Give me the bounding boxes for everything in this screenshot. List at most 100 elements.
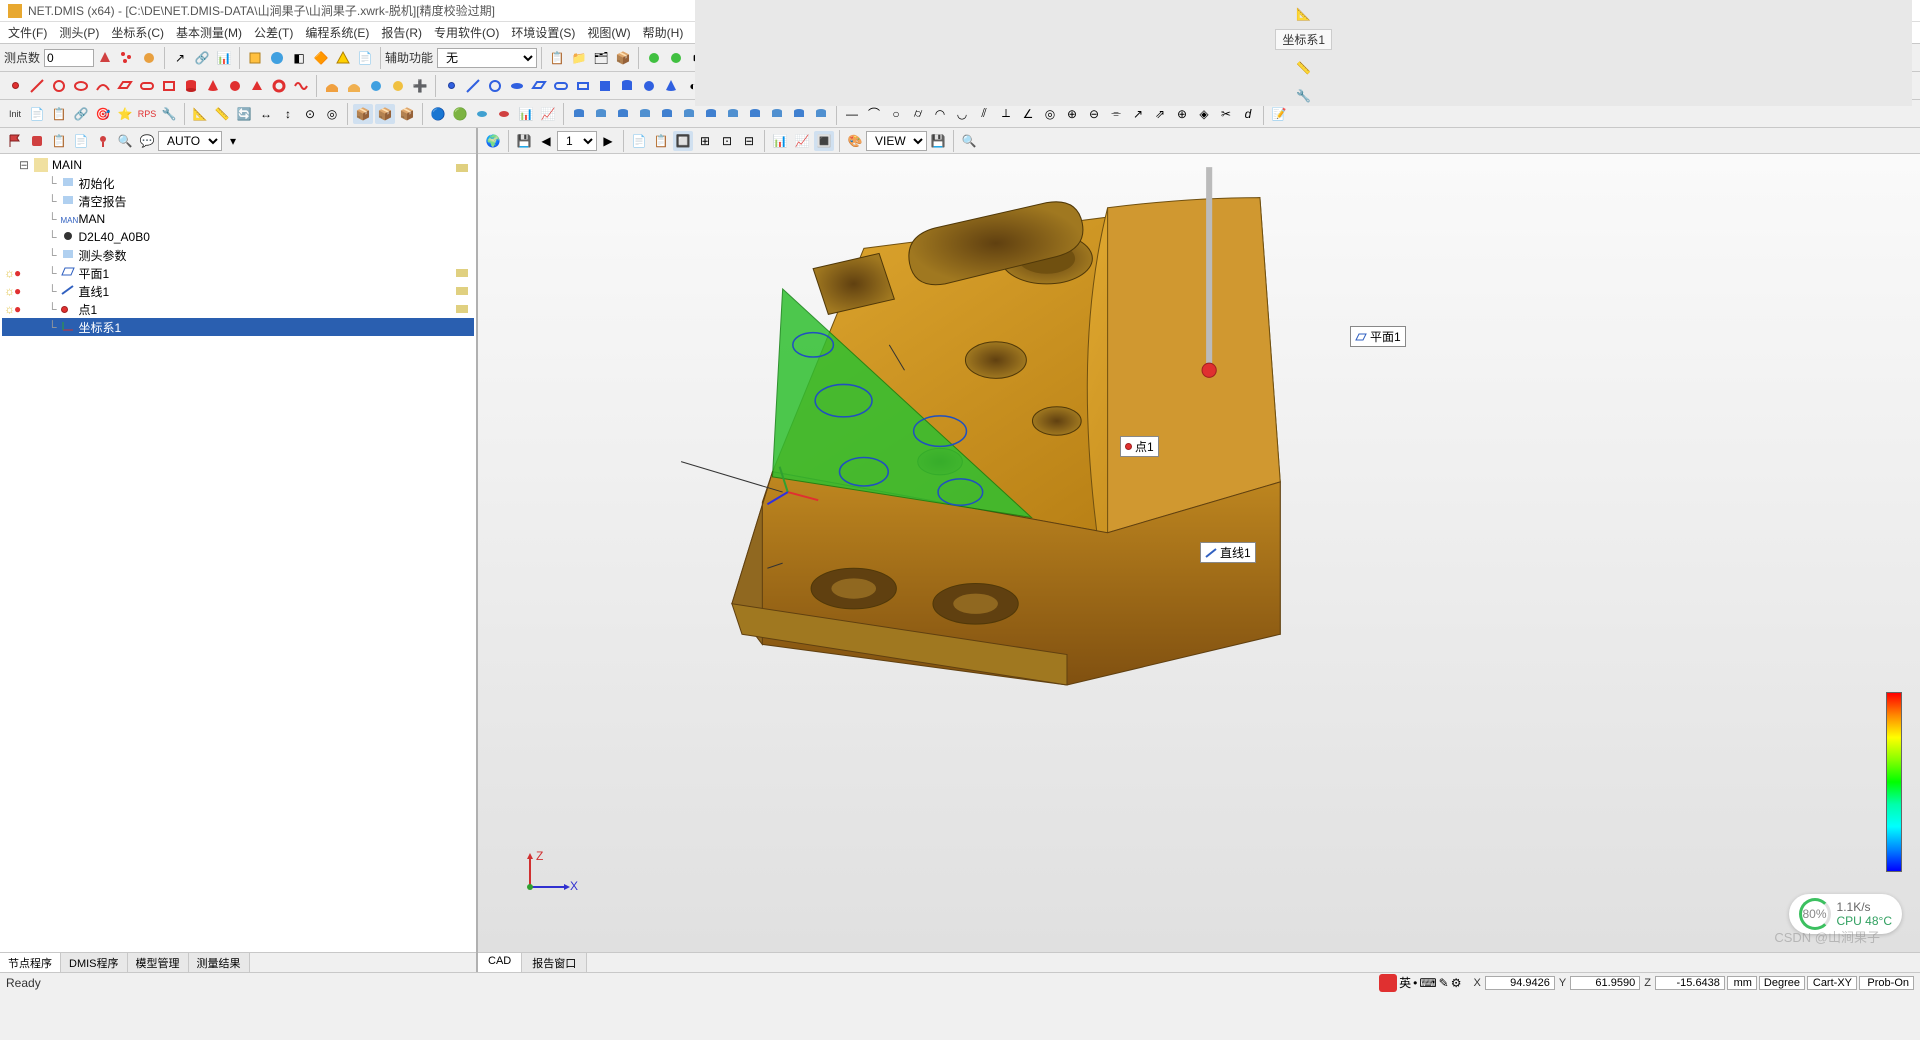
r3-19[interactable] [472,104,492,124]
tool-b1[interactable]: 📋 [547,48,567,68]
cyl-ico-1[interactable] [569,104,589,124]
menu-专用软件(O)[interactable]: 专用软件(O) [434,24,499,41]
angle-unit[interactable]: Degree [1759,976,1805,990]
blue-feat-3[interactable] [485,76,505,96]
vt-2[interactable]: 📄 [629,131,649,151]
left-t4[interactable]: 💬 [137,131,157,151]
slot-tool-icon[interactable] [137,76,157,96]
tree-item[interactable]: ☼●└平面1 [2,264,474,282]
cyl-ico-5[interactable] [657,104,677,124]
unit-value[interactable]: mm [1727,976,1757,990]
blue-feat-2[interactable] [463,76,483,96]
r3-2[interactable]: 📋 [49,104,69,124]
warn-icon[interactable] [333,48,353,68]
r3-4[interactable]: 🎯 [93,104,113,124]
vt-7[interactable]: ⊟ [739,131,759,151]
cyl-ico-4[interactable] [635,104,655,124]
tree-item[interactable]: ☼●└点1 [2,300,474,318]
menubar-tool-2[interactable]: 🔧 [1294,86,1314,106]
label-plane[interactable]: 平面1 [1350,326,1406,347]
tol-7[interactable]: ⫽ [974,104,994,124]
tool-b4[interactable]: 📦 [613,48,633,68]
menu-帮助(H)[interactable]: 帮助(H) [643,24,684,41]
vt-3[interactable]: 📋 [651,131,671,151]
curve-tool-icon[interactable] [291,76,311,96]
tol-3[interactable]: ○ [886,104,906,124]
tol-17[interactable]: ◈ [1194,104,1214,124]
vt-1[interactable]: 🌍 [483,131,503,151]
left-flag-icon[interactable] [5,131,25,151]
program-tree[interactable]: ⊟ MAIN └初始化└清空报告└MANMAN└D2L40_A0B0└测头参数☼… [0,154,476,952]
r3-8[interactable]: 📏 [212,104,232,124]
menubar-tool-1[interactable]: 📏 [1294,58,1314,78]
r3-20[interactable] [494,104,514,124]
sphere-icon[interactable] [267,48,287,68]
vt-6[interactable]: ⊡ [717,131,737,151]
vt-9[interactable]: 📈 [792,131,812,151]
tree-item[interactable]: ☼●└直线1 [2,282,474,300]
cone-icon[interactable] [95,48,115,68]
r3-1[interactable]: 📄 [27,104,47,124]
arc-tool-icon[interactable] [93,76,113,96]
ime-opt4[interactable]: ⚙ [1451,976,1462,990]
tol-6[interactable]: ◡ [952,104,972,124]
tool-a2[interactable]: 📊 [214,48,234,68]
right-tab[interactable]: CAD [478,953,522,972]
note-icon[interactable]: 📝 [1269,104,1289,124]
vt-save2-icon[interactable]: 💾 [928,131,948,151]
tol-11[interactable]: ⊕ [1062,104,1082,124]
r3-10[interactable]: ↔ [256,104,276,124]
ime-indicator[interactable]: 英 • ⌨ ✎ ⚙ [1379,974,1461,992]
menu-报告(R)[interactable]: 报告(R) [381,24,422,41]
page-select[interactable]: 1 [557,131,597,151]
tol-12[interactable]: ⊖ [1084,104,1104,124]
cluster-icon[interactable] [139,48,159,68]
menu-测头(P)[interactable]: 测头(P) [59,24,99,41]
left-t2[interactable]: 📄 [71,131,91,151]
menu-基本测量(M)[interactable]: 基本测量(M) [176,24,242,41]
cube-icon[interactable] [245,48,265,68]
cyl-ico-11[interactable] [789,104,809,124]
tree-item[interactable]: └坐标系1 [2,318,474,336]
tool-a4[interactable]: 🔶 [311,48,331,68]
surf-tool-1[interactable] [322,76,342,96]
blue-feat-11[interactable] [661,76,681,96]
circle-tool-icon[interactable] [49,76,69,96]
cyl-ico-2[interactable] [591,104,611,124]
surf-tool-4[interactable] [388,76,408,96]
blue-feat-6[interactable] [551,76,571,96]
blue-feat-4[interactable] [507,76,527,96]
r3-21[interactable]: 📊 [516,104,536,124]
tool-b3[interactable]: 🗂 [591,48,611,68]
vt-save-icon[interactable]: 💾 [514,131,534,151]
vt-8[interactable]: 📊 [770,131,790,151]
vt-4[interactable]: 🔲 [673,131,693,151]
r3-16[interactable]: 📦 [397,104,417,124]
tree-item[interactable]: └测头参数 [2,246,474,264]
left-tab[interactable]: 模型管理 [128,953,189,972]
r3-3[interactable]: 🔗 [71,104,91,124]
cyl-ico-10[interactable] [767,104,787,124]
r3-9[interactable]: 🔄 [234,104,254,124]
blue-feat-5[interactable] [529,76,549,96]
tree-item[interactable]: └MANMAN [2,210,474,228]
tol-9[interactable]: ∠ [1018,104,1038,124]
left-t3[interactable]: 🔍 [115,131,135,151]
tol-14[interactable]: ↗ [1128,104,1148,124]
label-point[interactable]: 点1 [1120,436,1159,457]
left-tab[interactable]: DMIS程序 [61,953,128,972]
vt-11[interactable]: 🎨 [845,131,865,151]
tol-2[interactable]: ⌒ [864,104,884,124]
right-tab[interactable]: 报告窗口 [522,953,587,972]
vt-zoom-icon[interactable]: 🔍 [959,131,979,151]
left-tab[interactable]: 节点程序 [0,953,61,972]
cylinder-tool-icon[interactable] [181,76,201,96]
cyl-ico-6[interactable] [679,104,699,124]
left-chevron-icon[interactable]: ▾ [223,131,243,151]
sphere-tool-icon[interactable] [225,76,245,96]
tol-16[interactable]: ⊕ [1172,104,1192,124]
menu-视图(W)[interactable]: 视图(W) [587,24,630,41]
wedge-tool-icon[interactable] [247,76,267,96]
tool-a1[interactable]: 🔗 [192,48,212,68]
r3-11[interactable]: ↕ [278,104,298,124]
